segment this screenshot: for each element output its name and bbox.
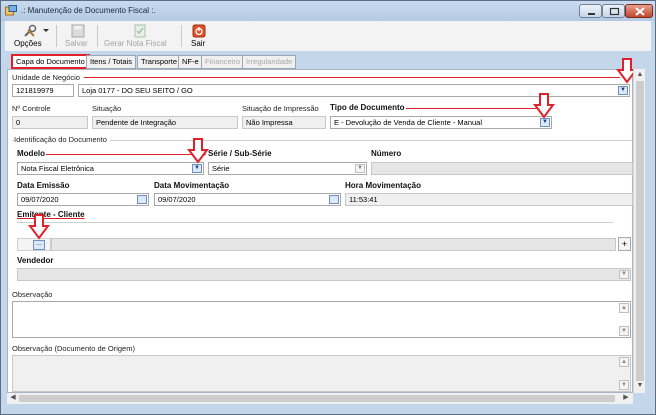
- tab-capa-documento[interactable]: Capa do Documento: [11, 54, 90, 69]
- app-icon: [5, 5, 17, 16]
- horizontal-scroll-thumb[interactable]: [19, 395, 615, 402]
- tab-itens-totais[interactable]: Itens / Totais: [86, 55, 136, 69]
- annotation-underline: [406, 108, 538, 109]
- minimize-icon: [588, 13, 595, 15]
- scroll-up-icon[interactable]: ▲: [619, 357, 629, 367]
- identificacao-label: Identificação do Documento: [14, 135, 110, 144]
- hora-movimentacao-field: 11:53:41: [345, 193, 633, 206]
- tools-icon: [24, 24, 37, 37]
- controle-label: Nº Controle: [12, 104, 51, 113]
- generate-invoice-button[interactable]: Gerar Nota Fiscal: [101, 21, 179, 51]
- floppy-disk-icon: [71, 24, 85, 38]
- toolbar-separator: [56, 25, 57, 47]
- unidade-label: Unidade de Negócio: [12, 73, 80, 82]
- numero-field[interactable]: [371, 162, 633, 175]
- annotation-arrow-icon: [187, 138, 209, 164]
- unidade-code-field[interactable]: 121819979: [12, 84, 74, 97]
- emitente-name-field: [51, 238, 616, 251]
- power-icon: [192, 24, 206, 38]
- situacao-impressao-label: Situação de Impressão: [242, 104, 319, 113]
- data-movimentacao-value: 09/07/2020: [158, 195, 196, 204]
- scroll-left-icon[interactable]: ◀: [8, 393, 18, 403]
- calendar-icon[interactable]: [137, 195, 147, 204]
- tipo-documento-dropdown-button[interactable]: ▼: [540, 118, 550, 127]
- observacao-origem-label: Observação (Documento de Origem): [12, 344, 135, 353]
- emitente-add-button[interactable]: +: [618, 237, 631, 251]
- emitente-divider: [17, 222, 613, 223]
- numero-label: Número: [371, 149, 402, 158]
- title-bar: .: Manutenção de Documento Fiscal :.: [1, 1, 655, 21]
- modelo-label: Modelo: [17, 149, 45, 158]
- scroll-right-icon[interactable]: ▶: [621, 393, 631, 403]
- data-emissao-value: 09/07/2020: [21, 195, 59, 204]
- scroll-down-icon[interactable]: ▼: [619, 380, 629, 390]
- tipo-documento-value: E - Devolução de Venda de Cliente - Manu…: [334, 118, 483, 127]
- tab-financeiro[interactable]: Financeiro: [201, 55, 245, 69]
- toolbar-separator: [97, 25, 98, 47]
- save-button[interactable]: Salvar: [61, 21, 95, 51]
- modelo-select[interactable]: Nota Fiscal Eletrônica ▼: [17, 162, 204, 175]
- main-window: .: Manutenção de Documento Fiscal :. Opç…: [0, 0, 656, 415]
- data-movimentacao-label: Data Movimentação: [154, 181, 230, 190]
- generate-invoice-label: Gerar Nota Fiscal: [104, 39, 167, 48]
- data-emissao-label: Data Emissão: [17, 181, 70, 190]
- situacao-label: Situação: [92, 104, 122, 113]
- maximize-icon: [609, 7, 620, 16]
- exit-button[interactable]: Sair: [185, 21, 213, 51]
- annotation-underline: [84, 77, 620, 78]
- close-button[interactable]: [625, 4, 653, 18]
- tipo-documento-select[interactable]: E - Devolução de Venda de Cliente - Manu…: [330, 116, 552, 129]
- unidade-select-value: Loja 0177 - DO SEU SEITO / GO: [82, 86, 193, 95]
- toolbar: Opções Salvar Gerar Nota Fiscal Sair: [5, 21, 651, 51]
- chevron-down-icon: [43, 29, 49, 32]
- serie-value: Série: [212, 164, 230, 173]
- vendedor-dropdown-button[interactable]: ▼: [619, 270, 629, 279]
- invoice-icon: [134, 24, 146, 38]
- annotation-arrow-icon: [533, 93, 555, 119]
- tab-nfe[interactable]: NF-e: [178, 55, 203, 69]
- options-button[interactable]: Opções: [9, 21, 53, 51]
- horizontal-scrollbar[interactable]: ◀ ▶: [7, 393, 633, 404]
- scroll-down-icon[interactable]: ▼: [635, 381, 645, 391]
- observacao-textarea[interactable]: ▲ ▼: [12, 301, 631, 338]
- vertical-scroll-thumb[interactable]: [636, 81, 644, 381]
- tab-transporte[interactable]: Transporte: [137, 55, 181, 69]
- hora-movimentacao-label: Hora Movimentação: [345, 181, 422, 190]
- controle-field: 0: [12, 116, 88, 129]
- window-title: .: Manutenção de Documento Fiscal :.: [21, 6, 156, 15]
- unidade-dropdown-button[interactable]: ▼: [618, 86, 628, 95]
- annotation-arrow-icon: [28, 214, 50, 240]
- exit-label: Sair: [191, 39, 206, 48]
- vendedor-select[interactable]: ▼: [17, 268, 631, 281]
- scroll-up-icon[interactable]: ▲: [619, 303, 629, 313]
- serie-label: Série / Sub-Série: [208, 149, 272, 158]
- scroll-up-icon[interactable]: ▲: [635, 70, 645, 80]
- serie-dropdown-button[interactable]: ▼: [355, 164, 365, 173]
- vertical-scrollbar[interactable]: ▲ ▼: [633, 69, 645, 393]
- emitente-lookup-button[interactable]: ...: [33, 240, 45, 250]
- options-label: Opções: [14, 39, 42, 48]
- tipo-documento-label: Tipo de Documento: [330, 103, 405, 112]
- minimize-button[interactable]: [579, 4, 602, 18]
- vendedor-label: Vendedor: [17, 256, 54, 265]
- situacao-field: Pendente de Integração: [92, 116, 238, 129]
- scroll-down-icon[interactable]: ▼: [619, 326, 629, 336]
- modelo-dropdown-button[interactable]: ▼: [192, 164, 202, 173]
- annotation-underline: [46, 154, 206, 155]
- document-panel: Unidade de Negócio 121819979 Loja 0177 -…: [7, 58, 638, 393]
- situacao-impressao-field: Não Impressa: [242, 116, 326, 129]
- observacao-origem-textarea: ▲ ▼: [12, 355, 631, 392]
- observacao-label: Observação: [12, 290, 53, 299]
- tab-irregularidade[interactable]: Irregularidade: [242, 55, 297, 69]
- maximize-button[interactable]: [602, 4, 625, 18]
- modelo-value: Nota Fiscal Eletrônica: [21, 164, 94, 173]
- serie-select[interactable]: Série ▼: [208, 162, 367, 175]
- save-label: Salvar: [65, 39, 88, 48]
- data-movimentacao-picker[interactable]: 09/07/2020: [154, 193, 341, 206]
- toolbar-separator: [181, 25, 182, 47]
- calendar-icon[interactable]: [329, 195, 339, 204]
- close-icon: [635, 7, 645, 16]
- data-emissao-picker[interactable]: 09/07/2020: [17, 193, 149, 206]
